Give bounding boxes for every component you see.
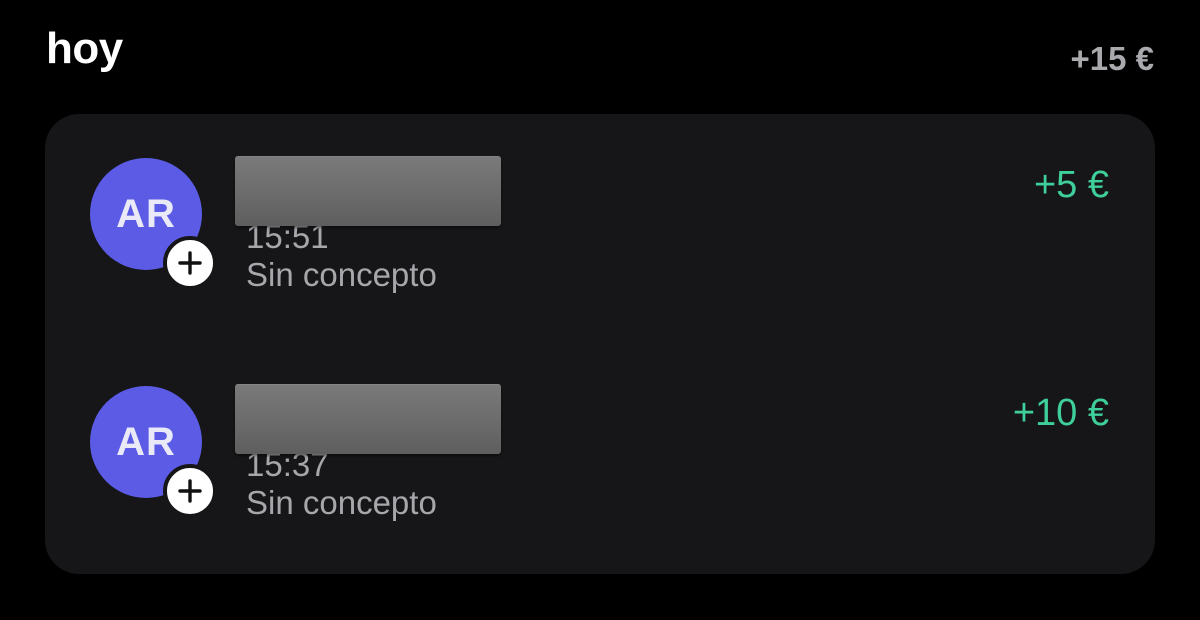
transaction-row[interactable]: AR 15:37 Sin concepto +10 € bbox=[45, 384, 1155, 584]
plus-icon[interactable] bbox=[163, 236, 217, 290]
avatar-initials: AR bbox=[116, 191, 176, 236]
plus-icon[interactable] bbox=[163, 464, 217, 518]
redacted-counterparty-name bbox=[235, 156, 501, 226]
transaction-concept: Sin concepto bbox=[246, 256, 437, 293]
redacted-counterparty-name bbox=[235, 384, 501, 454]
transaction-amount: +5 € bbox=[1033, 164, 1109, 206]
transaction-row[interactable]: AR 15:51 Sin concepto +5 € bbox=[45, 156, 1155, 356]
section-total: +15 € bbox=[1070, 40, 1155, 77]
avatar-initials: AR bbox=[116, 419, 176, 464]
transaction-amount: +10 € bbox=[1012, 392, 1109, 434]
day-section-header: hoy +15 € bbox=[0, 0, 1200, 110]
transaction-concept: Sin concepto bbox=[246, 484, 437, 521]
transactions-card: AR 15:51 Sin concepto +5 € AR 15:37 Sin … bbox=[45, 114, 1155, 574]
section-title: hoy bbox=[46, 24, 123, 73]
